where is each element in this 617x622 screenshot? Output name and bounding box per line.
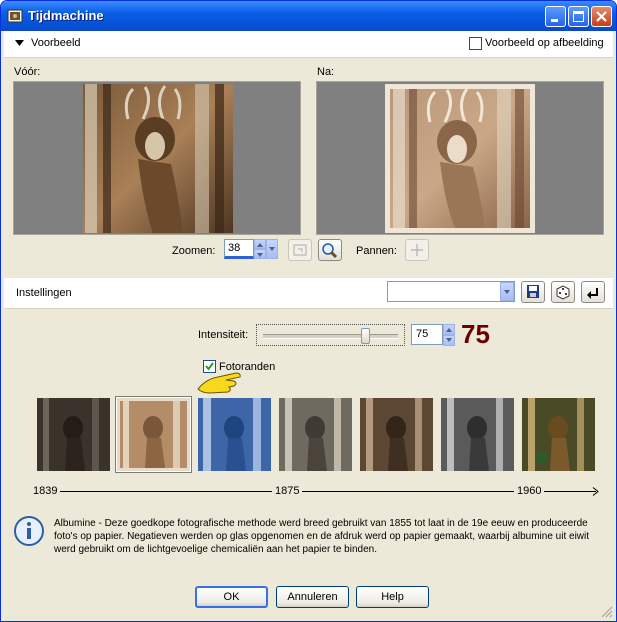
thumbnail-1[interactable] xyxy=(37,398,110,471)
timeline-end: 1960 xyxy=(517,485,542,497)
timeline-line-1 xyxy=(60,491,272,492)
save-disk-icon xyxy=(527,285,539,298)
fit-window-icon xyxy=(293,244,307,256)
ok-button[interactable]: OK xyxy=(195,586,268,608)
zoom-spin-up[interactable] xyxy=(254,239,266,249)
slider-track xyxy=(263,334,398,339)
intensity-big-value: 75 xyxy=(461,319,490,349)
slider-thumb[interactable] xyxy=(361,328,371,344)
randomize-button[interactable] xyxy=(551,281,575,303)
intensity-spin-up[interactable] xyxy=(443,324,455,335)
chevron-down-icon xyxy=(504,290,510,294)
preview-on-image-checkbox[interactable] xyxy=(469,37,482,50)
timeline-line-3 xyxy=(544,491,596,492)
arrow-up-icon xyxy=(446,328,452,332)
thumbnail-5[interactable] xyxy=(360,398,433,471)
timeline-arrow-icon xyxy=(592,487,599,496)
app-icon xyxy=(7,9,23,23)
save-preset-button[interactable] xyxy=(521,281,545,303)
before-image xyxy=(83,84,233,233)
intensity-slider[interactable] xyxy=(256,324,405,346)
minimize-button[interactable] xyxy=(545,6,566,27)
info-icon xyxy=(14,516,44,546)
help-button[interactable]: Help xyxy=(356,586,429,608)
info-text: Albumine - Deze goedkope fotografische m… xyxy=(54,518,590,555)
title-bar[interactable]: Tijdmachine xyxy=(1,1,616,31)
resize-grip-icon[interactable] xyxy=(601,606,613,618)
zoom-tool-button[interactable] xyxy=(318,239,342,261)
after-image xyxy=(385,84,535,233)
fit-to-window-button[interactable] xyxy=(288,239,312,261)
close-button[interactable] xyxy=(591,6,612,27)
before-label: Vóór: xyxy=(14,66,41,78)
pointing-hand-icon xyxy=(197,372,241,394)
preset-select[interactable] xyxy=(387,281,515,302)
maximize-button[interactable] xyxy=(568,6,589,27)
before-preview[interactable] xyxy=(13,81,301,235)
thumbnail-7[interactable] xyxy=(522,398,595,471)
pan-label: Pannen: xyxy=(356,245,397,257)
reset-button[interactable] xyxy=(581,281,605,303)
maximize-icon xyxy=(573,11,584,22)
after-label: Na: xyxy=(317,66,335,78)
thumbnail-6[interactable] xyxy=(441,398,514,471)
dice-icon xyxy=(556,285,570,300)
timeline-middle: 1875 xyxy=(275,485,300,497)
arrow-down-icon xyxy=(257,253,263,257)
settings-label: Instellingen xyxy=(16,287,72,299)
arrow-up-icon xyxy=(257,243,263,247)
zoom-input[interactable]: 38 xyxy=(224,239,254,259)
pan-button[interactable] xyxy=(405,239,429,261)
dialog-window: Tijdmachine Voorbeeld Voorbeeld op afbee… xyxy=(0,0,617,622)
after-preview[interactable] xyxy=(316,81,604,235)
preview-on-image-label: Voorbeeld op afbeelding xyxy=(485,37,604,49)
timeline-line-2 xyxy=(302,491,514,492)
preset-dropdown-button[interactable] xyxy=(500,282,514,301)
window-title: Tijdmachine xyxy=(28,8,104,23)
arrow-down-icon xyxy=(446,338,452,342)
zoom-spin-down[interactable] xyxy=(254,249,266,259)
intensity-input[interactable]: 75 xyxy=(411,324,443,345)
cancel-button[interactable]: Annuleren xyxy=(276,586,349,608)
preview-section-label[interactable]: Voorbeeld xyxy=(31,37,81,49)
preview-section-header: Voorbeeld Voorbeeld op afbeelding xyxy=(4,31,613,58)
chevron-down-icon xyxy=(269,247,275,251)
thumbnail-3[interactable] xyxy=(198,398,271,471)
collapse-arrow-icon[interactable] xyxy=(15,40,24,47)
settings-section-header: Instellingen xyxy=(4,278,613,309)
intensity-spin-down[interactable] xyxy=(443,335,455,346)
thumbnail-4[interactable] xyxy=(279,398,352,471)
pan-icon xyxy=(411,244,423,256)
magnifier-icon xyxy=(322,243,338,259)
undo-arrow-icon xyxy=(587,288,598,299)
minimize-icon xyxy=(551,19,558,22)
zoom-label: Zoomen: xyxy=(172,245,216,257)
zoom-dropdown[interactable] xyxy=(266,239,278,259)
timeline-start: 1839 xyxy=(33,485,58,497)
close-icon xyxy=(596,11,607,22)
thumbnail-2-selected[interactable] xyxy=(115,396,192,473)
intensity-label: Intensiteit: xyxy=(198,329,249,341)
